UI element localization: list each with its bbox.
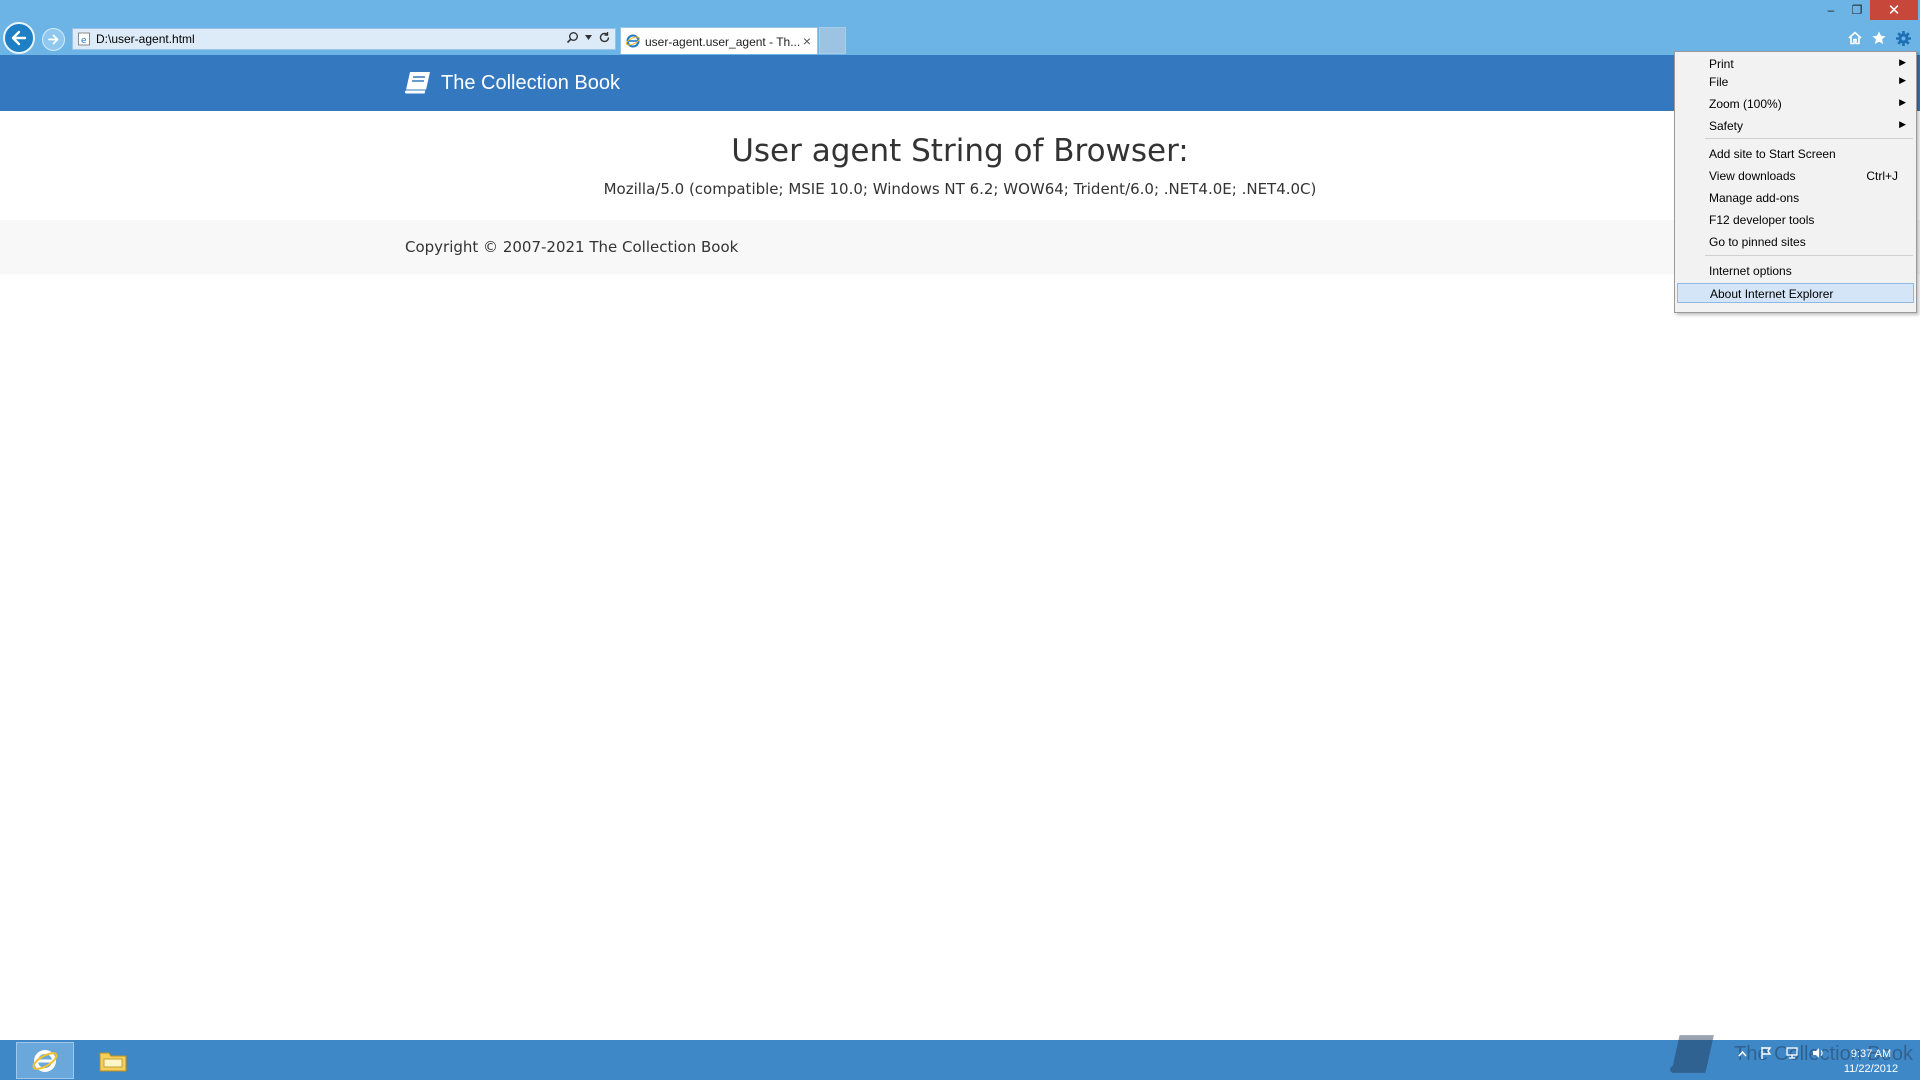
address-bar[interactable]: e D:\user-agent.html: [72, 28, 616, 50]
refresh-icon[interactable]: [598, 31, 611, 44]
menu-item-label: Safety: [1709, 119, 1744, 133]
submenu-arrow-icon: ▶: [1899, 97, 1906, 107]
menu-item-label: Zoom (100%): [1709, 97, 1782, 111]
menu-item-safety[interactable]: Safety ▶: [1677, 116, 1914, 136]
tools-button[interactable]: [1892, 27, 1914, 49]
menu-item-label: Manage add-ons: [1709, 191, 1800, 205]
tab-title: user-agent.user_agent - Th...: [645, 35, 801, 49]
submenu-arrow-icon: ▶: [1899, 57, 1906, 67]
network-icon[interactable]: [1785, 1046, 1799, 1060]
flag-icon[interactable]: [1759, 1046, 1773, 1060]
tab-close-button[interactable]: ×: [803, 33, 811, 49]
menu-item-label: About Internet Explorer: [1710, 287, 1834, 301]
taskbar: [0, 1040, 1920, 1080]
taskbar-internet-explorer[interactable]: [16, 1042, 74, 1079]
menu-item-label: View downloads: [1709, 169, 1796, 183]
home-button[interactable]: [1844, 27, 1866, 49]
menu-item-f12-tools[interactable]: F12 developer tools: [1677, 210, 1914, 230]
gear-icon: [1895, 30, 1911, 46]
menu-item-internet-options[interactable]: Internet options: [1677, 261, 1914, 281]
copyright-text: Copyright © 2007-2021 The Collection Boo…: [405, 238, 739, 256]
show-hidden-icons-icon[interactable]: [1738, 1049, 1747, 1058]
menu-item-shortcut: Ctrl+J: [1866, 169, 1898, 183]
menu-item-label: File: [1709, 75, 1729, 89]
window-close-button[interactable]: ✕: [1870, 0, 1918, 20]
menu-item-view-downloads[interactable]: View downloads Ctrl+J: [1677, 166, 1914, 186]
user-agent-string: Mozilla/5.0 (compatible; MSIE 10.0; Wind…: [603, 180, 1317, 198]
browser-tab[interactable]: user-agent.user_agent - Th... ×: [620, 27, 818, 54]
site-brand-link[interactable]: The Collection Book: [404, 69, 620, 97]
page-heading: User agent String of Browser:: [731, 133, 1189, 169]
ie-tab-icon: [626, 34, 640, 48]
taskbar-clock[interactable]: 9:37 AM 11/22/2012: [1836, 1047, 1906, 1077]
menu-item-label: F12 developer tools: [1709, 213, 1815, 227]
page-icon: e: [78, 32, 90, 46]
tools-menu: Print ▶ File ▶ Zoom (100%) ▶ Safety ▶ Ad…: [1674, 51, 1917, 313]
svg-text:e: e: [81, 36, 87, 46]
menu-item-manage-addons[interactable]: Manage add-ons: [1677, 188, 1914, 208]
home-icon: [1848, 31, 1862, 45]
menu-item-label: Print: [1709, 57, 1734, 71]
back-button[interactable]: [3, 22, 35, 54]
ie-icon: [32, 1049, 58, 1072]
menu-item-label: Internet options: [1709, 264, 1792, 278]
volume-icon[interactable]: [1811, 1046, 1825, 1060]
clock-time: 9:37 AM: [1850, 1048, 1892, 1060]
dropdown-icon[interactable]: [585, 35, 592, 40]
menu-separator: [1705, 138, 1913, 139]
search-icon[interactable]: [566, 31, 579, 44]
star-icon: [1872, 31, 1886, 44]
menu-item-about-ie[interactable]: About Internet Explorer: [1677, 283, 1914, 303]
menu-item-pinned-sites[interactable]: Go to pinned sites: [1677, 232, 1914, 252]
site-header: [0, 55, 1920, 111]
favorites-button[interactable]: [1868, 27, 1890, 49]
restore-button[interactable]: ❐: [1844, 0, 1870, 20]
book-icon: [1670, 1035, 1714, 1073]
menu-item-print[interactable]: Print ▶: [1677, 54, 1914, 74]
address-url[interactable]: D:\user-agent.html: [96, 32, 195, 46]
taskbar-file-explorer[interactable]: [84, 1042, 142, 1079]
submenu-arrow-icon: ▶: [1899, 119, 1906, 129]
menu-item-file[interactable]: File ▶: [1677, 72, 1914, 92]
clock-date: 11/22/2012: [1843, 1063, 1899, 1075]
menu-item-add-site[interactable]: Add site to Start Screen: [1677, 144, 1914, 164]
site-footer: [0, 220, 1920, 274]
forward-arrow-icon: [48, 34, 59, 45]
menu-item-zoom[interactable]: Zoom (100%) ▶: [1677, 94, 1914, 114]
new-tab-button[interactable]: [819, 27, 846, 54]
menu-separator: [1705, 255, 1913, 256]
menu-item-label: Add site to Start Screen: [1709, 147, 1836, 161]
forward-button[interactable]: [42, 28, 65, 51]
minimize-button[interactable]: –: [1818, 0, 1844, 20]
menu-item-label: Go to pinned sites: [1709, 235, 1806, 249]
system-tray: [1738, 1046, 1825, 1060]
submenu-arrow-icon: ▶: [1899, 75, 1906, 85]
folder-icon: [99, 1052, 127, 1071]
book-icon: [404, 72, 430, 95]
back-arrow-icon: [11, 30, 27, 46]
site-brand-name: The Collection Book: [441, 71, 620, 94]
